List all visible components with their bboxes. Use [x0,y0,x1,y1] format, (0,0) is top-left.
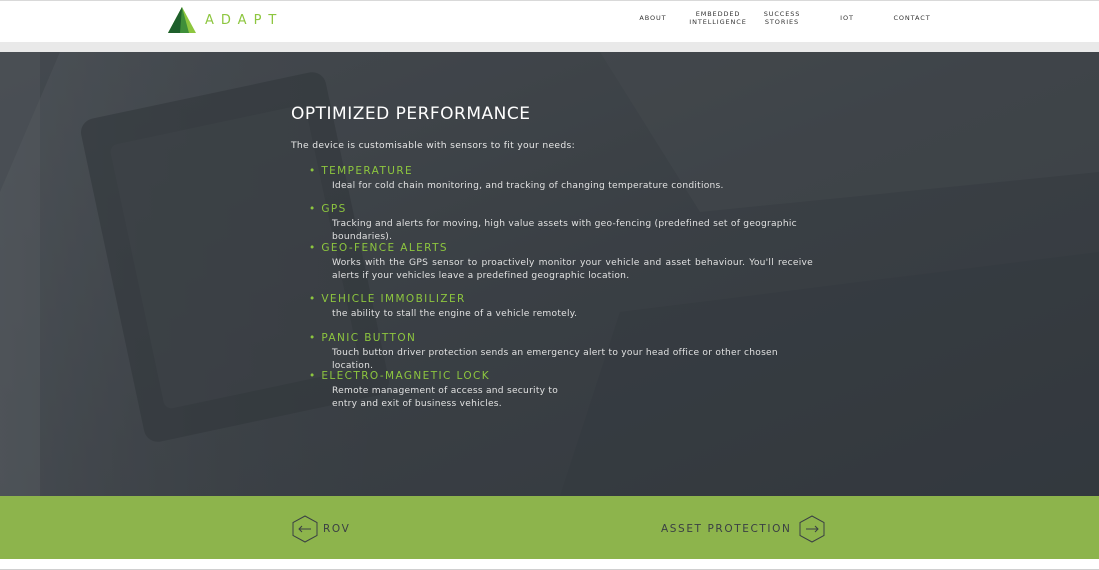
previous-page-label: ROV [323,523,351,535]
feature-description: Ideal for cold chain monitoring, and tra… [332,181,724,191]
nav-iot[interactable]: IOT [833,14,861,22]
feature-section: OPTIMIZED PERFORMANCE The device is cust… [0,52,1099,496]
feature-title: • ELECTRO-MAGNETIC LOCK [309,370,491,382]
feature-title: • PANIC BUTTON [309,332,417,344]
pager-bar: ROV ASSET PROTECTION [0,496,1099,559]
feature-item: • VEHICLE IMMOBILIZER the ability to sta… [309,293,814,321]
feature-title: • GEO-FENCE ALERTS [309,242,448,254]
feature-description: Remote management of access and security… [332,386,559,409]
site-header: ADAPT ABOUT EMBEDDED INTELLIGENCE SUCCES… [0,0,1099,42]
arrow-right-icon [799,515,825,543]
feature-item: • GPS Tracking and alerts for moving, hi… [309,203,814,243]
next-page-label: ASSET PROTECTION [661,523,792,535]
previous-page-link[interactable]: ROV [292,515,350,543]
feature-title: • VEHICLE IMMOBILIZER [309,293,466,305]
header-divider-band [0,42,1099,52]
feature-title: • TEMPERATURE [309,165,414,177]
feature-description: Touch button driver protection sends an … [332,348,778,371]
arrow-left-icon [292,515,318,543]
feature-title: • GPS [309,203,347,215]
nav-success-stories[interactable]: SUCCESS STORIES [758,10,806,26]
main-nav: ABOUT EMBEDDED INTELLIGENCE SUCCESS STOR… [0,1,1099,43]
next-page-link[interactable]: ASSET PROTECTION [661,515,825,543]
feature-item: • TEMPERATURE Ideal for cold chain monit… [309,165,814,193]
feature-description: the ability to stall the engine of a veh… [332,309,578,319]
feature-item: • PANIC BUTTON Touch button driver prote… [309,332,814,372]
nav-about[interactable]: ABOUT [634,14,672,22]
page-bottom-strip [0,559,1099,570]
feature-description: Tracking and alerts for moving, high val… [332,219,797,242]
nav-contact[interactable]: CONTACT [888,14,936,22]
feature-description: Works with the GPS sensor to proactively… [332,258,813,281]
section-title: OPTIMIZED PERFORMANCE [291,104,531,124]
section-intro: The device is customisable with sensors … [291,140,575,151]
nav-embedded-intelligence[interactable]: EMBEDDED INTELLIGENCE [688,10,748,26]
feature-item: • ELECTRO-MAGNETIC LOCK Remote managemen… [309,370,814,410]
feature-item: • GEO-FENCE ALERTS Works with the GPS se… [309,242,814,282]
